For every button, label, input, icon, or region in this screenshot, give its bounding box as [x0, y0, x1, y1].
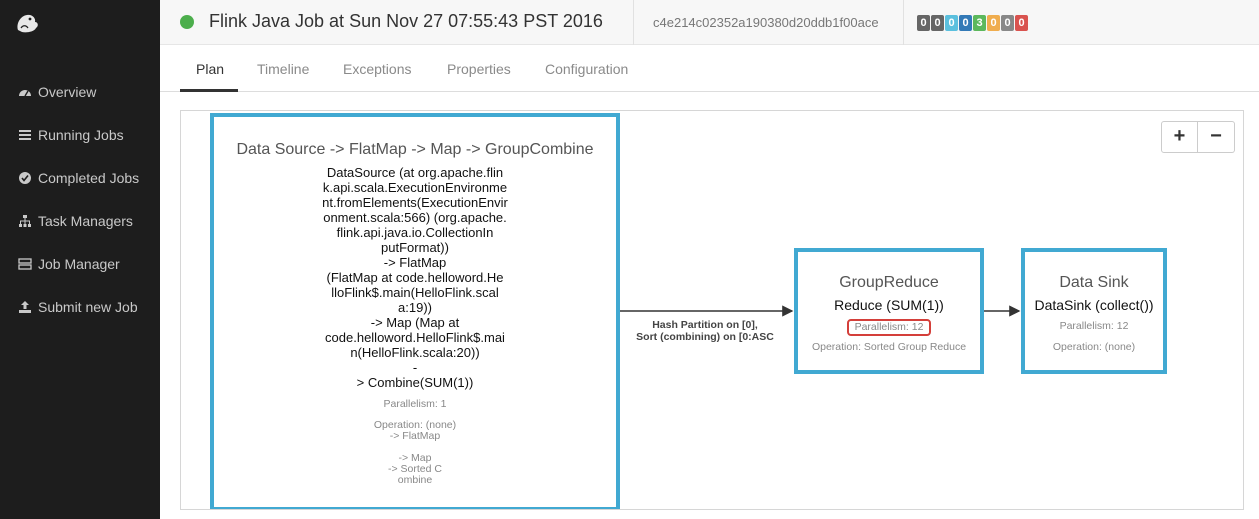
- active-tab-indicator: [180, 89, 238, 92]
- task-status-counter: 0: [931, 15, 944, 31]
- node-operation: Operation: (none) -> FlatMap -> Map -> Sort…: [214, 420, 616, 486]
- zoom-in-button[interactable]: +: [1161, 121, 1198, 153]
- job-status-dot: [180, 15, 194, 29]
- tab-properties[interactable]: Properties: [447, 61, 511, 77]
- upload-icon: [18, 300, 32, 314]
- sidebar-item-running-jobs[interactable]: Running Jobs: [0, 113, 160, 156]
- plan-node-data-sink[interactable]: Data Sink DataSink (collect()) Paralleli…: [1021, 248, 1167, 374]
- node-description-line: lloFlink$.main(HelloFlink.scal: [331, 285, 499, 300]
- zoom-controls: + −: [1161, 121, 1235, 153]
- sidebar-item-task-managers[interactable]: Task Managers: [0, 199, 160, 242]
- sidebar-item-submit-new-job[interactable]: Submit new Job: [0, 285, 160, 328]
- task-status-counter: 0: [987, 15, 1000, 31]
- plan-node-data-source[interactable]: Data Source -> FlatMap -> Map -> GroupCo…: [210, 113, 620, 509]
- node-description-line: putFormat)): [381, 240, 449, 255]
- sidebar-item-label: Overview: [38, 83, 97, 100]
- node-description-line: n(HelloFlink.scala:20)): [350, 345, 480, 360]
- sidebar-item-completed-jobs[interactable]: Completed Jobs: [0, 156, 160, 199]
- sidebar-nav: Overview Running Jobs Completed Jobs Tas…: [0, 70, 160, 328]
- job-header: Flink Java Job at Sun Nov 27 07:55:43 PS…: [160, 0, 1259, 45]
- tab-configuration[interactable]: Configuration: [545, 61, 628, 77]
- dashboard-icon: [18, 85, 32, 99]
- node-description-line: > Combine(SUM(1)): [356, 375, 474, 390]
- list-icon: [18, 128, 32, 142]
- node-operation: Operation: Sorted Group Reduce: [811, 341, 967, 353]
- node-parallelism: Parallelism: 12: [1059, 320, 1129, 332]
- node-operation-line: ombine: [397, 474, 433, 486]
- task-status-counter: 0: [945, 15, 958, 31]
- sidebar-item-overview[interactable]: Overview: [0, 70, 160, 113]
- tab-exceptions[interactable]: Exceptions: [343, 61, 411, 77]
- task-status-counters: 00003000: [917, 15, 1028, 31]
- job-title: Flink Java Job at Sun Nov 27 07:55:43 PS…: [209, 11, 603, 31]
- node-description-line: a:19)): [398, 300, 432, 315]
- check-circle-icon: [18, 171, 32, 185]
- sidebar: Overview Running Jobs Completed Jobs Tas…: [0, 0, 160, 519]
- server-icon: [18, 257, 32, 271]
- node-title: GroupReduce: [839, 274, 939, 291]
- edge-label-line: Sort (combining) on [0:ASC: [636, 331, 774, 343]
- node-description-line: code.helloword.HelloFlink$.mai: [325, 330, 505, 345]
- sidebar-item-job-manager[interactable]: Job Manager: [0, 242, 160, 285]
- edge-label-line: Hash Partition on [0],: [652, 319, 758, 331]
- job-id: c4e214c02352a190380d20ddb1f00ace: [653, 15, 879, 30]
- flink-squirrel-logo-icon[interactable]: [14, 10, 40, 36]
- sitemap-icon: [18, 214, 32, 228]
- job-tabs: Plan Timeline Exceptions Properties Conf…: [160, 45, 1259, 92]
- node-description-line: onment.scala:566) (org.apache.: [323, 210, 507, 225]
- edge-label-hash-partition: Hash Partition on [0], Sort (combining) o…: [633, 319, 777, 343]
- node-description: Reduce (SUM(1)): [834, 297, 944, 313]
- node-title: Data Source -> FlatMap -> Map -> GroupCo…: [236, 141, 594, 158]
- sidebar-item-label: Job Manager: [38, 255, 120, 272]
- task-status-counter: 0: [959, 15, 972, 31]
- node-parallelism-highlighted: Parallelism: 12: [846, 319, 932, 336]
- node-description-line: -: [412, 360, 418, 375]
- plan-node-groupreduce[interactable]: GroupReduce Reduce (SUM(1)) Parallelism:…: [794, 248, 984, 374]
- node-description-line: (FlatMap at code.helloword.He: [326, 270, 504, 285]
- node-description-line: flink.api.java.io.CollectionIn: [336, 225, 494, 240]
- task-status-counter: 0: [917, 15, 930, 31]
- node-title: Data Sink: [1059, 274, 1129, 291]
- node-description-line: nt.fromElements(ExecutionEnvir: [322, 195, 508, 210]
- node-description-line: DataSource (at org.apache.flin: [326, 165, 504, 180]
- task-status-counter: 0: [1015, 15, 1028, 31]
- node-parallelism: Parallelism: 1: [383, 398, 447, 410]
- tab-timeline[interactable]: Timeline: [257, 61, 309, 77]
- node-description-line: k.api.scala.ExecutionEnvironme: [322, 180, 508, 195]
- zoom-out-button[interactable]: −: [1198, 121, 1235, 153]
- node-description-line: -> Map (Map at: [370, 315, 460, 330]
- plan-canvas[interactable]: Data Source -> FlatMap -> Map -> GroupCo…: [180, 110, 1244, 510]
- node-description: DataSource (at org.apache.flin k.api.scal…: [214, 165, 616, 390]
- task-status-counter: 0: [1001, 15, 1014, 31]
- sidebar-item-label: Completed Jobs: [38, 169, 140, 186]
- header-divider: [903, 0, 904, 45]
- header-divider: [633, 0, 634, 45]
- node-description: DataSink (collect()): [1034, 297, 1154, 313]
- tab-plan[interactable]: Plan: [196, 61, 224, 77]
- sidebar-item-label: Task Managers: [38, 212, 133, 229]
- sidebar-item-label: Submit new Job: [38, 298, 138, 315]
- node-operation-line: -> FlatMap: [389, 430, 441, 442]
- task-status-counter: 3: [973, 15, 986, 31]
- sidebar-item-label: Running Jobs: [38, 126, 124, 143]
- node-description-line: -> FlatMap: [383, 255, 447, 270]
- node-operation: Operation: (none): [1052, 341, 1136, 353]
